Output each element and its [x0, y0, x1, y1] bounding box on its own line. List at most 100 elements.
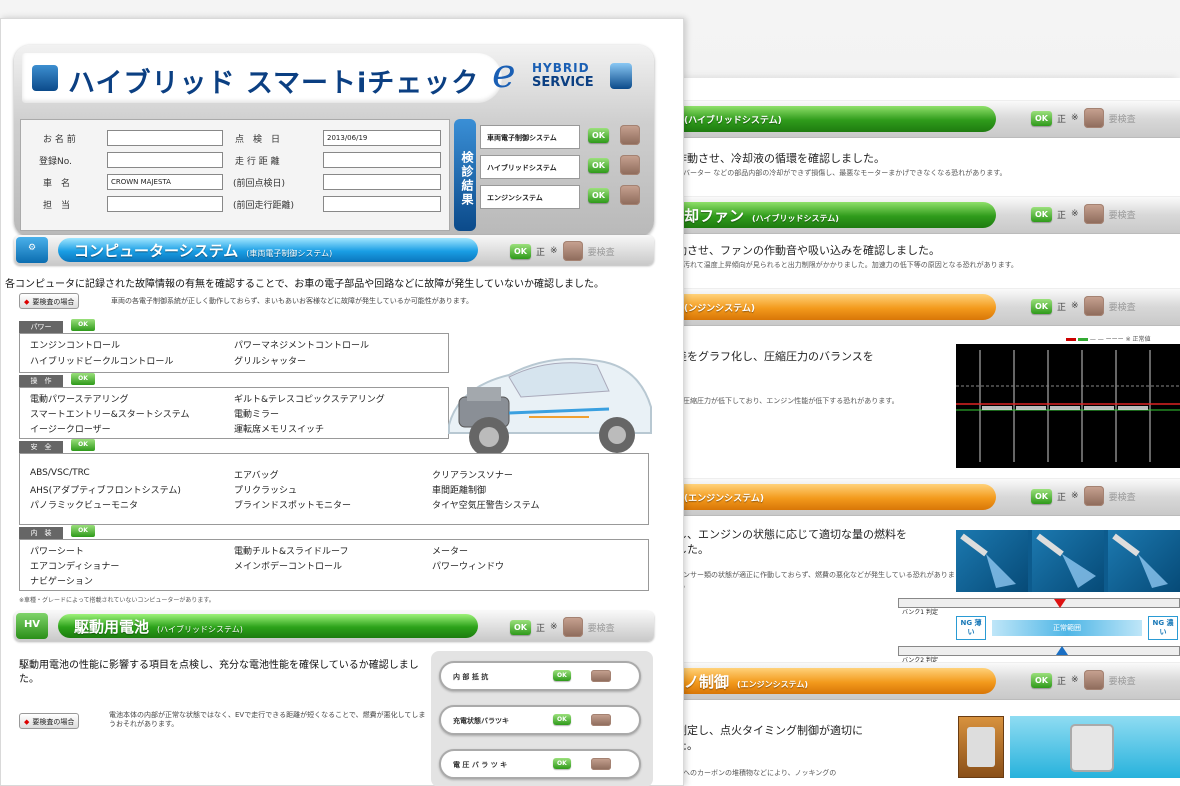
reinspect-info-button[interactable]: ◆ 要検査の場合 [19, 293, 80, 309]
reinspect-label: 要検査 [1108, 210, 1136, 221]
category-item: エアバッグ [234, 471, 279, 481]
name-label: お 名 前 [43, 135, 76, 145]
computer-section-bar: ⚙ コンピューターシステム (車両電子制御システム) OK 正 ※ 要検査 [14, 235, 654, 265]
warn-mark: ※ [550, 246, 558, 256]
category-item: 運転席メモリスイッチ [234, 425, 325, 435]
prev-mileage-field[interactable] [323, 196, 441, 212]
graph-legend: — — ーーー ※ 正常値 [1066, 334, 1151, 343]
battery-reinspect-note: 電池本体の内部が正常な状態ではなく、EVで走行できる距離が短くなることで、燃費が… [109, 711, 426, 728]
category-item: メインボデーコントロール [234, 562, 343, 572]
engine-cutaway-image [958, 716, 1004, 778]
section-note: が汚れて温度上昇傾向が見られると出力制限がかかりました。加速力の低下等の原因とな… [676, 261, 1018, 269]
reg-field[interactable] [107, 152, 223, 168]
name-field[interactable] [107, 130, 223, 146]
ok-badge: OK [1031, 206, 1052, 222]
date-field[interactable]: 2013/06/19 [323, 130, 441, 146]
section-note: 室へのカーボンの堆積物などにより、ノッキングの [676, 769, 837, 777]
status-row: OK 正 ※ 要検査 [1031, 204, 1136, 224]
mileage-field[interactable] [323, 152, 441, 168]
section-heading: 作動させ、冷却液の循環を確認しました。 [676, 152, 885, 165]
category-label-interior: 内 装 [19, 527, 63, 539]
staff-label: 担 当 [43, 201, 71, 211]
battery-row-label: 充電状態バラツキ [453, 717, 509, 725]
injector-image [956, 530, 1028, 592]
car-field[interactable]: CROWN MAJESTA [107, 174, 223, 190]
car-cutaway-image [448, 357, 652, 457]
reinspect-label: 要検査 [1108, 492, 1136, 503]
reinspect-note: 車両の各電子制御系統が正しく動作しておらず、まいもあいお客様などに故障が発生して… [111, 297, 474, 305]
warn-mark: ※ [1071, 675, 1079, 685]
section-bar-fan: 却ファン (ハイブリッドシステム) [666, 202, 996, 228]
reinspect-label: 要検査 [1108, 676, 1136, 687]
warn-mark: ※ [1071, 113, 1079, 123]
category-ok-badge: OK [71, 373, 95, 385]
computer-icon: ⚙ [16, 237, 48, 263]
legend-text: — — ーーー ※ 正常値 [1089, 336, 1151, 343]
ok-mark: 正 [1057, 302, 1067, 313]
ok-badge: OK [588, 158, 609, 173]
warn-mark: ※ [1071, 491, 1079, 501]
reinspect-label: 要検査 [1108, 302, 1136, 313]
ok-badge: OK [510, 243, 531, 259]
reinspect-box [1083, 108, 1104, 128]
category-item: パノラミックビューモニタ [30, 501, 139, 511]
reinspect-box [591, 714, 611, 726]
category-item: パワーマネジメントコントロール [234, 341, 370, 351]
logo-hybrid: HYBRID [532, 61, 590, 75]
system-name: ハイブリッドシステム [487, 164, 557, 172]
ok-mark: 正 [1057, 114, 1067, 125]
bank2-scale: バンク2 判定 [898, 646, 1180, 664]
battery-row: 電 圧 バ ラ ツ キ OK [439, 749, 641, 779]
computer-title-pill: コンピューターシステム (車両電子制御システム) [58, 238, 478, 262]
injector-image [1032, 530, 1104, 592]
legend-red-swatch [1066, 338, 1076, 341]
bank2-marker [1056, 646, 1068, 655]
battery-row-label: 内 部 抵 抗 [453, 673, 489, 681]
category-ok-badge: OK [71, 439, 95, 451]
ng-rich-box: NG 濃い [1148, 616, 1178, 640]
warn-mark: ※ [1071, 209, 1079, 219]
section-note: ンバーター などの部品内部の冷却ができず損傷し、最悪なモーターまかげできなくなる… [676, 169, 1007, 177]
ok-badge: OK [510, 619, 531, 635]
category-item: スマートエントリー&スタートシステム [30, 410, 190, 420]
mileage-label: 走 行 距 離 [235, 157, 280, 167]
reinspect-label: 要検査 [587, 623, 615, 634]
ok-badge: OK [1031, 488, 1052, 504]
reinspect-box [591, 758, 611, 770]
header-panel: ハイブリッド スマートiチェック e HYBRID SERVICE お 名 前 … [14, 45, 654, 237]
reinspect-label: 要検査 [1108, 114, 1136, 125]
reinspect-box [620, 155, 640, 175]
ok-badge: OK [553, 670, 571, 681]
reinspect-box [1083, 486, 1104, 506]
battery-icon: HV [16, 613, 48, 639]
category-box-power: エンジンコントロール パワーマネジメントコントロール ハイブリッドビークルコント… [19, 333, 449, 373]
prev-date-field[interactable] [323, 174, 441, 190]
status-row: OK 正 ※ 要検査 [510, 241, 615, 261]
front-page: ハイブリッド スマートiチェック e HYBRID SERVICE お 名 前 … [0, 18, 684, 786]
ng-lean-box: NG 薄い [956, 616, 986, 640]
fuel-gauge: NG 薄い 正常範囲 NG 濃い [956, 614, 1180, 644]
category-item: ナビゲーション [30, 577, 93, 587]
category-item: ギルト&テレスコピックステアリング [234, 395, 385, 405]
category-item: 電動パワーステアリング [30, 395, 129, 405]
staff-field[interactable] [107, 196, 223, 212]
ok-mark: 正 [536, 247, 546, 258]
section-note: センサー類の状態が適正に作動しておらず、燃費の悪化などが発生している恐れがありま… [676, 571, 955, 589]
section-heading: し、エンジンの状態に応じて適切な量の燃料を [676, 528, 907, 541]
system-row: ハイブリッドシステム [480, 155, 580, 179]
reinspect-btn-label: 要検査の場合 [32, 298, 75, 306]
reinspect-box [1083, 670, 1104, 690]
category-item: パワーシート [30, 547, 84, 557]
category-label-safety: 安 全 [19, 441, 63, 453]
logo-e: e [492, 51, 516, 97]
title-bar: ハイブリッド スマートiチェック [22, 53, 502, 103]
section-heading: 測定し、点火タイミング制御が適切に [676, 724, 863, 737]
category-box-operation: 電動パワーステアリング ギルト&テレスコピックステアリング スマートエントリー&… [19, 387, 449, 439]
result-label: 検診結果 [454, 119, 476, 231]
reinspect-box [562, 241, 583, 261]
reinspect-box [1083, 204, 1104, 224]
warn-mark: ※ [1071, 301, 1079, 311]
section-bar-cooling: (ハイブリッドシステム) [666, 106, 996, 132]
reinspect-info-button[interactable]: ◆ 要検査の場合 [19, 713, 80, 729]
normal-range-bar: 正常範囲 [992, 620, 1142, 636]
